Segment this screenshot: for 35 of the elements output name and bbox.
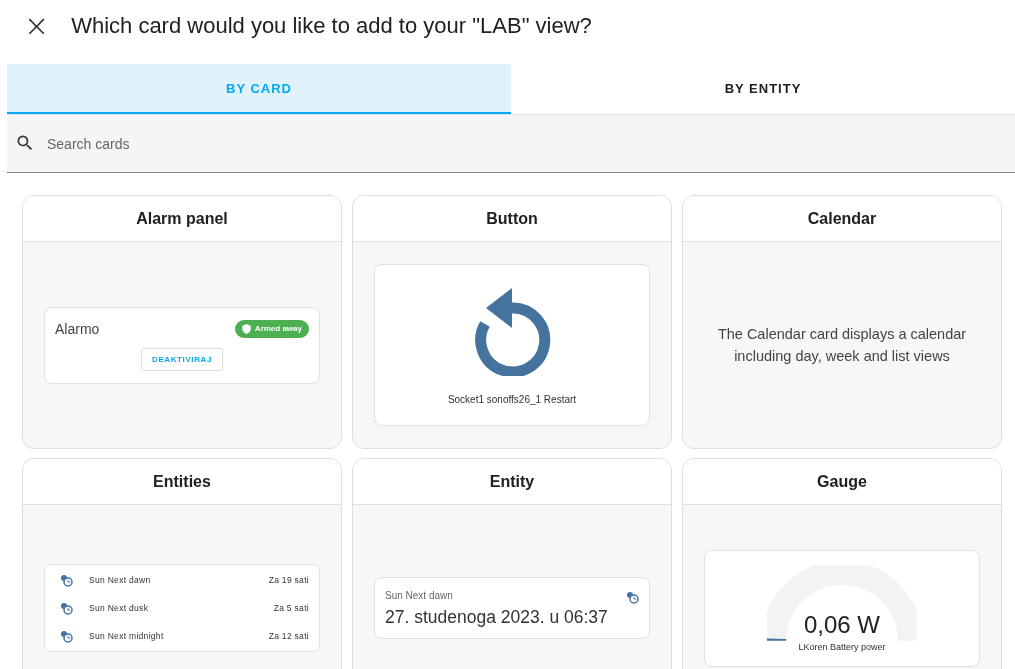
card-option[interactable]: Calendar The Calendar card displays a calendar including day, week and list views xyxy=(682,195,1002,449)
restart-icon xyxy=(472,285,552,376)
entity-value: Za 19 sati xyxy=(268,575,309,585)
card-option[interactable]: Alarm panel Alarmo Armed away DEAKTIVIRAJ xyxy=(22,195,342,449)
card-option[interactable]: Entities Sun Next dawn Za 19 sati Sun Next dusk Za 5 sati Sun Next midnight Za 12 sati xyxy=(22,458,342,669)
entity-name: Sun Next dawn xyxy=(385,590,453,603)
entity-name: Sun Next dawn xyxy=(89,575,152,585)
sun-clock-icon xyxy=(59,629,73,643)
dialog-title: Which card would you like to add to your "LAB" view? xyxy=(71,13,592,39)
entity-name: Sun Next dusk xyxy=(89,603,150,613)
entity-value: Za 12 sati xyxy=(268,631,309,641)
card-option[interactable]: Entity Sun Next dawn 27. studenoga 2023. u 06:37 xyxy=(352,458,672,669)
card-title: Entities xyxy=(23,459,341,505)
status-badge: Armed away xyxy=(234,319,309,338)
alarm-name: Alarmo xyxy=(55,320,100,337)
shield-icon xyxy=(241,323,251,334)
gauge-value: 0,06 W xyxy=(804,610,880,639)
card-title: Alarm panel xyxy=(23,196,341,242)
entity-name: Sun Next midnight xyxy=(89,631,165,641)
card-option[interactable]: Button Socket1 sonoffs26_1 Restart xyxy=(352,195,672,449)
sun-clock-icon xyxy=(59,601,73,615)
gauge-label: LKoren Battery power xyxy=(798,641,886,652)
card-description: The Calendar card displays a calendar including day, week and list views xyxy=(716,325,968,366)
entity-value: Za 5 sati xyxy=(273,603,309,613)
card-title: Button xyxy=(353,196,671,242)
card-title: Calendar xyxy=(683,196,1001,242)
card-title: Gauge xyxy=(683,459,1001,505)
card-title: Entity xyxy=(353,459,671,505)
search-field[interactable]: Search cards xyxy=(7,114,1015,173)
button-label: Socket1 sonoffs26_1 Restart xyxy=(447,393,577,405)
close-button[interactable]: × xyxy=(20,11,54,41)
entity-state: 27. studenoga 2023. u 06:37 xyxy=(385,607,609,628)
sun-clock-icon xyxy=(59,573,73,587)
card-option[interactable]: Gauge 0,06 W LKoren Battery power xyxy=(682,458,1002,669)
sun-clock-icon xyxy=(625,590,639,604)
